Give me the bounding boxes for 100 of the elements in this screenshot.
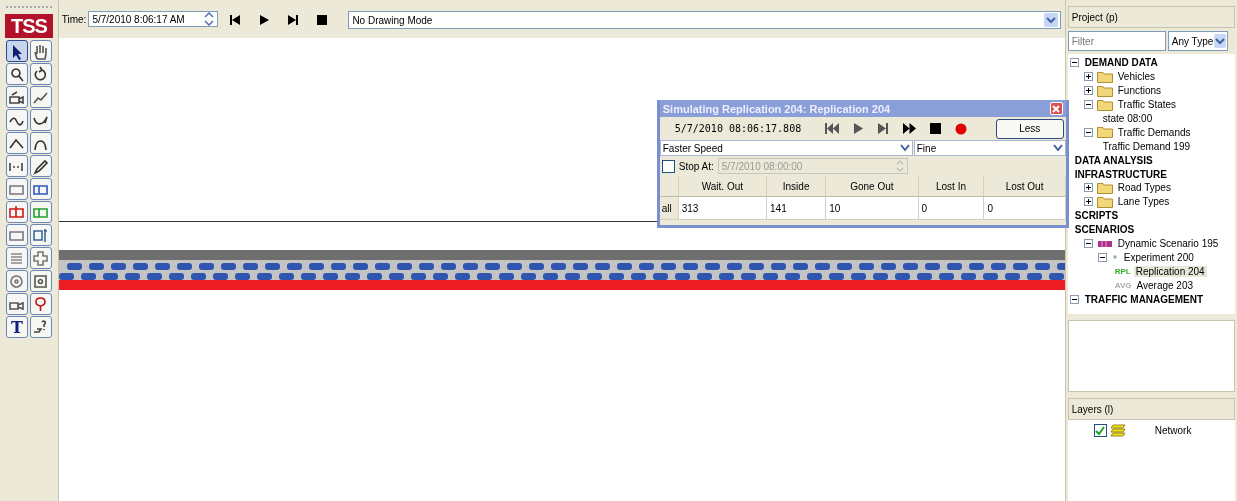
column-header: Gone Out	[825, 176, 919, 197]
type-tag-label: RPL	[1114, 266, 1131, 276]
tool-button[interactable]	[29, 316, 52, 338]
tool-button[interactable]	[5, 132, 28, 154]
column-header: Inside	[766, 176, 826, 197]
tree-toggle[interactable]	[1083, 127, 1094, 137]
tree-item[interactable]: Functions	[1115, 85, 1164, 97]
tree-item[interactable]: Average 203	[1134, 279, 1196, 291]
tool-button[interactable]	[5, 86, 28, 108]
tree-item[interactable]: Lane Types	[1115, 196, 1172, 208]
speed-dropdown[interactable]: Faster Speed	[659, 140, 913, 156]
tree-toggle[interactable]	[1083, 183, 1094, 193]
tree-toggle[interactable]	[1083, 239, 1094, 248]
folder-icon	[1096, 84, 1113, 97]
tree-item[interactable]: INFRASTRUCTURE	[1072, 168, 1169, 180]
type-tag-label: AVG	[1114, 280, 1132, 290]
play-icon[interactable]	[852, 123, 864, 134]
checkbox[interactable]	[1093, 424, 1107, 437]
tree-item[interactable]: Experiment 200	[1121, 251, 1196, 263]
tool-button[interactable]	[5, 155, 28, 177]
precision-dropdown[interactable]: Fine	[913, 140, 1066, 156]
chevron-down-icon	[1052, 144, 1063, 152]
folder-icon	[1096, 98, 1113, 111]
tool-button[interactable]	[29, 86, 52, 108]
tool-button[interactable]	[5, 40, 28, 62]
record-icon[interactable]	[954, 122, 967, 135]
simulation-time: 5/7/2010 08:06:17.808	[674, 123, 803, 134]
chevron-down-icon	[1043, 13, 1058, 27]
spinner-icon	[204, 12, 215, 26]
layers-icon	[1109, 424, 1126, 437]
tree-item[interactable]: SCENARIOS	[1072, 224, 1137, 236]
cross-icon	[31, 248, 51, 268]
logo: TSS	[4, 14, 53, 38]
tree-toggle[interactable]	[1083, 86, 1094, 96]
stop-icon[interactable]	[929, 123, 941, 134]
column-header: Lost In	[918, 176, 984, 197]
tree-item[interactable]: DEMAND DATA	[1082, 57, 1160, 69]
dialog-title: Simulating Replication 204: Replication 204	[662, 102, 891, 115]
time-field[interactable]: 5/7/2010 8:06:17 AM	[88, 11, 219, 27]
chevron-down-icon	[1213, 34, 1226, 48]
tree-toggle[interactable]	[1097, 252, 1108, 262]
tree-item[interactable]: Traffic Demands	[1115, 126, 1193, 138]
tree-item[interactable]: Traffic Demand 199	[1100, 140, 1192, 152]
tool-button[interactable]	[5, 293, 28, 315]
panel-header: Layers (l)	[1067, 398, 1235, 420]
tree-item[interactable]: Replication 204	[1133, 265, 1207, 277]
tool-button[interactable]	[29, 40, 52, 62]
table-cell: 0	[983, 196, 1066, 220]
stop-icon[interactable]	[316, 14, 329, 26]
tree-toggle[interactable]	[1083, 100, 1094, 110]
rewind-icon[interactable]	[824, 123, 839, 134]
tree-item[interactable]: Traffic States	[1115, 99, 1179, 111]
column-header: Lost Out	[983, 176, 1066, 197]
tree-toggle[interactable]	[1069, 58, 1080, 68]
tree-toggle[interactable]	[1083, 72, 1094, 82]
table-cell: 0	[918, 196, 984, 220]
tool-button[interactable]	[5, 109, 28, 131]
close-button[interactable]	[1049, 102, 1063, 115]
panel-header: Project (p)	[1067, 6, 1235, 28]
skip-back-icon[interactable]	[229, 14, 242, 26]
spinner-icon	[895, 160, 904, 172]
close-icon	[1052, 104, 1061, 113]
tool-button[interactable]	[29, 63, 52, 85]
tree-item[interactable]: Vehicles	[1115, 71, 1157, 83]
tool-button[interactable]	[29, 132, 52, 154]
tree-toggle[interactable]	[1083, 197, 1094, 207]
tool-button[interactable]	[29, 109, 52, 131]
play-icon[interactable]	[258, 14, 271, 26]
time-label: Time:	[61, 14, 87, 25]
text-tool-button[interactable]: T	[5, 316, 28, 338]
step-icon[interactable]	[877, 123, 889, 134]
checkbox[interactable]	[661, 159, 675, 173]
tree-item[interactable]: Dynamic Scenario 195	[1115, 238, 1221, 249]
column-header: Wait. Out	[678, 176, 767, 197]
table-cell: 10	[825, 196, 919, 220]
chevron-down-icon	[899, 144, 910, 152]
fast-forward-icon[interactable]	[902, 123, 916, 134]
folder-icon	[1096, 195, 1113, 208]
tree-item[interactable]: DATA ANALYSIS	[1072, 154, 1155, 166]
tool-button[interactable]	[29, 293, 52, 315]
table-cell: 313	[678, 196, 767, 220]
type-dropdown[interactable]: Any Type	[1167, 31, 1228, 51]
tool-button[interactable]	[29, 270, 52, 292]
drawing-mode-dropdown[interactable]: No Drawing Mode	[348, 11, 1061, 29]
tree-item[interactable]: Road Types	[1115, 182, 1173, 194]
table-cell: 141	[766, 196, 826, 220]
tree-item[interactable]: SCRIPTS	[1072, 210, 1121, 222]
stop-at-label: Stop At:	[678, 160, 714, 172]
layer-name[interactable]: Network	[1154, 425, 1192, 436]
tool-button[interactable]	[29, 155, 52, 177]
tool-button[interactable]	[5, 63, 28, 85]
folder-icon	[1096, 126, 1113, 139]
tree-item[interactable]: state 08:00	[1100, 113, 1155, 124]
scenario-icon	[1096, 238, 1113, 249]
filter-field[interactable]: Filter	[1067, 31, 1166, 51]
step-icon[interactable]	[287, 14, 300, 26]
tree-item[interactable]: TRAFFIC MANAGEMENT	[1082, 293, 1206, 305]
less-button[interactable]: Less	[995, 118, 1064, 139]
tree-toggle[interactable]	[1069, 294, 1080, 304]
folder-icon	[1096, 70, 1113, 83]
